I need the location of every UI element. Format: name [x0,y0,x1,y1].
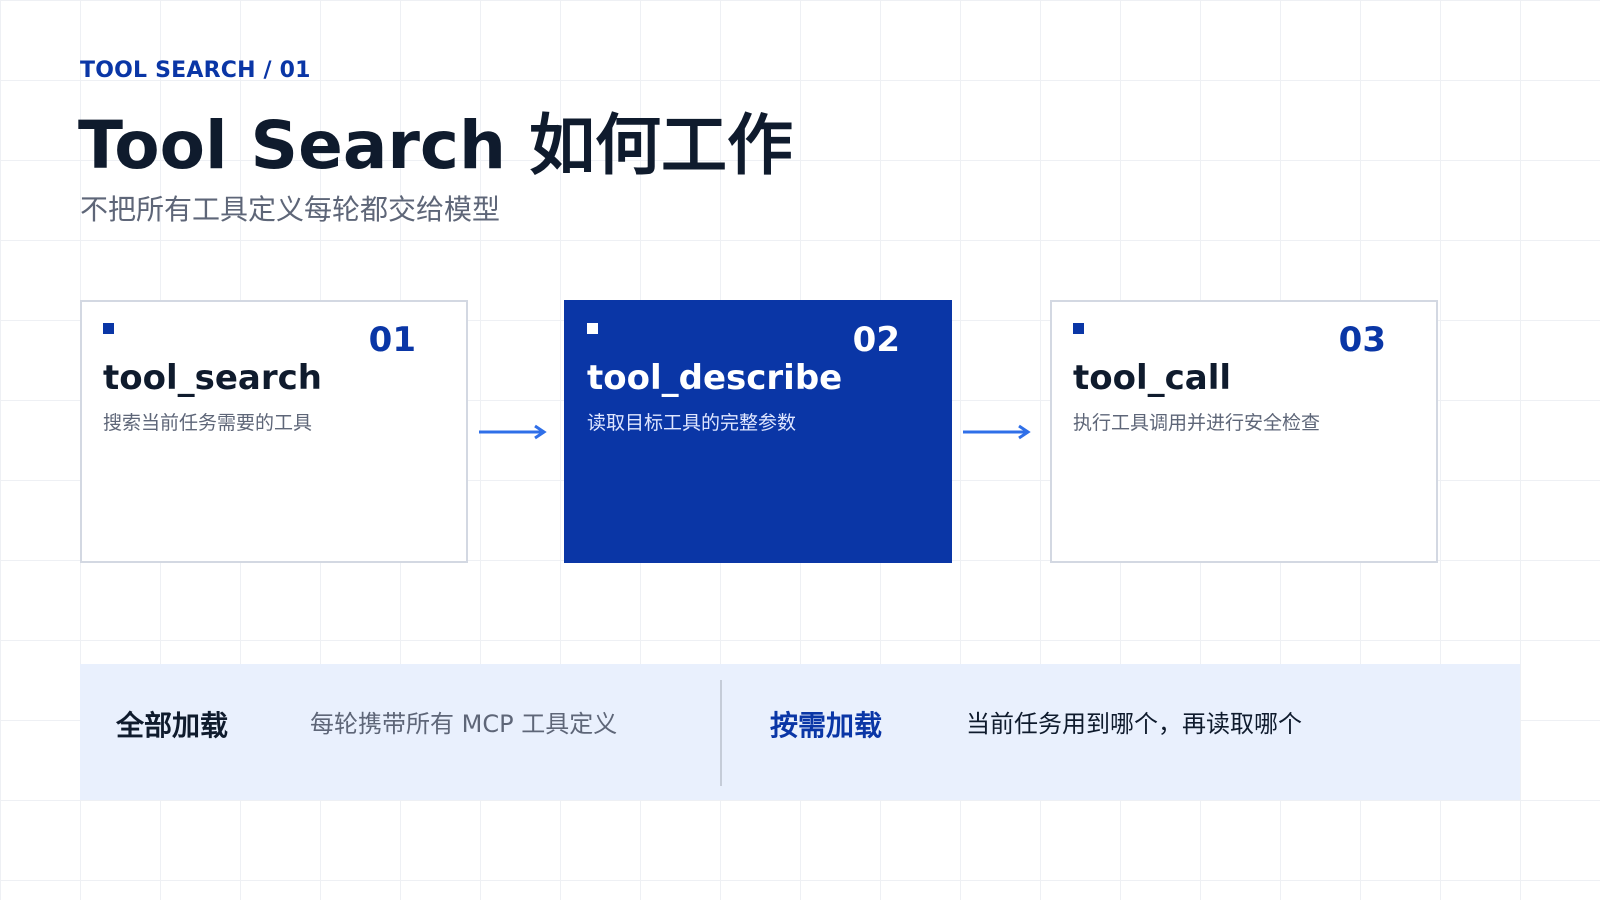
step-number: 02 [852,320,900,360]
step-card-2: 02 tool_describe 读取目标工具的完整参数 [564,300,952,563]
step-name: tool_call [1073,358,1232,398]
arrow-right-icon [479,424,547,440]
arrow-right-icon [963,424,1031,440]
on-demand-label: 按需加载 [770,709,883,742]
step-card-1: 01 tool_search 搜索当前任务需要的工具 [80,300,468,563]
step-name: tool_describe [587,358,843,398]
on-demand-text: 当前任务用到哪个，再读取哪个 [966,710,1302,738]
square-marker-icon [103,323,114,334]
page-subtitle: 不把所有工具定义每轮都交给模型 [80,193,501,226]
full-load-text: 每轮携带所有 MCP 工具定义 [310,710,618,738]
square-marker-icon [587,323,598,334]
comparison-divider [720,680,722,786]
step-number: 03 [1338,320,1386,360]
step-description: 搜索当前任务需要的工具 [103,412,313,434]
square-marker-icon [1073,323,1084,334]
step-name: tool_search [103,358,322,398]
step-description: 执行工具调用并进行安全检查 [1073,412,1321,434]
page-title: Tool Search 如何工作 [78,107,794,184]
comparison-panel: 全部加载 每轮携带所有 MCP 工具定义 按需加载 当前任务用到哪个，再读取哪个 [80,664,1520,800]
full-load-label: 全部加载 [116,709,229,742]
eyebrow: TOOL SEARCH / 01 [80,58,311,83]
step-card-3: 03 tool_call 执行工具调用并进行安全检查 [1050,300,1438,563]
step-number: 01 [368,320,416,360]
step-description: 读取目标工具的完整参数 [587,412,797,434]
